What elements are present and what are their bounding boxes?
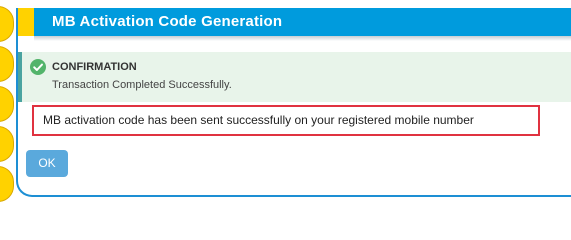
- panel-title-bar: MB Activation Code Generation: [18, 8, 571, 36]
- ok-button[interactable]: OK: [26, 150, 68, 177]
- confirmation-message: Transaction Completed Successfully.: [52, 79, 232, 91]
- panel-title: MB Activation Code Generation: [52, 13, 283, 30]
- side-tab[interactable]: [0, 6, 14, 42]
- activation-notice-box: MB activation code has been sent success…: [32, 105, 540, 136]
- side-tab[interactable]: [0, 46, 14, 82]
- confirmation-heading: CONFIRMATION: [52, 61, 137, 73]
- side-tab[interactable]: [0, 86, 14, 122]
- activation-code-panel: MB Activation Code Generation CONFIRMATI…: [16, 8, 571, 197]
- title-shadow: [34, 36, 571, 41]
- side-tab[interactable]: [0, 126, 14, 162]
- confirmation-alert: CONFIRMATION Transaction Completed Succe…: [18, 52, 571, 102]
- check-circle-icon: [30, 59, 46, 75]
- activation-notice-text: MB activation code has been sent success…: [43, 113, 474, 127]
- side-tab[interactable]: [0, 166, 14, 202]
